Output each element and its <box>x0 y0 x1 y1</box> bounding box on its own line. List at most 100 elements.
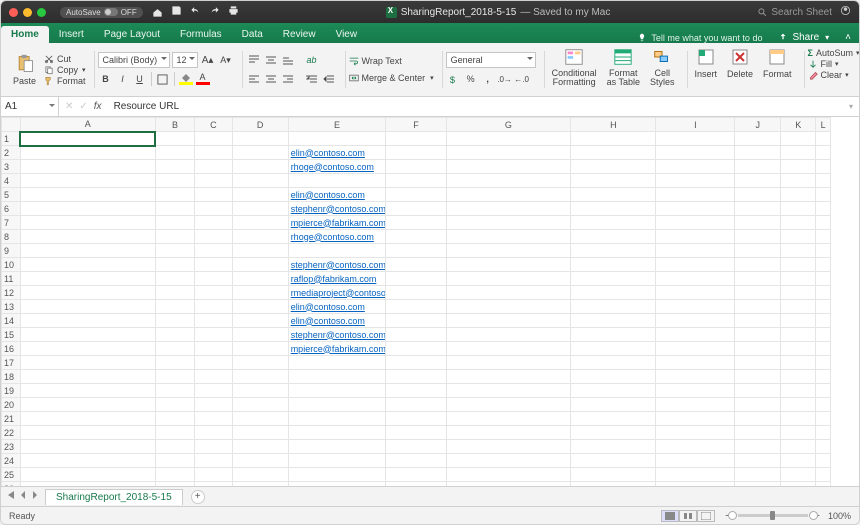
cell[interactable] <box>571 468 656 482</box>
row-header[interactable]: 22 <box>2 426 21 440</box>
cell[interactable] <box>816 286 831 300</box>
cell[interactable] <box>20 412 155 426</box>
cell[interactable] <box>735 398 781 412</box>
cell[interactable]: stephenr@contoso.com <box>288 202 386 216</box>
cell[interactable] <box>781 202 816 216</box>
cell[interactable] <box>155 370 194 384</box>
cell[interactable] <box>735 160 781 174</box>
cell[interactable] <box>446 258 571 272</box>
wrap-text-button[interactable]: Wrap Text <box>349 56 434 66</box>
row-header[interactable]: 20 <box>2 398 21 412</box>
increase-indent-icon[interactable] <box>321 71 337 87</box>
cell[interactable] <box>195 230 232 244</box>
expand-formula-bar-icon[interactable]: ▾ <box>843 102 859 111</box>
cell[interactable] <box>232 202 288 216</box>
cell[interactable] <box>195 300 232 314</box>
cell[interactable] <box>781 286 816 300</box>
cell[interactable] <box>446 370 571 384</box>
cell[interactable] <box>20 160 155 174</box>
cell[interactable] <box>155 132 194 146</box>
page-break-view-icon[interactable] <box>697 510 715 522</box>
cell[interactable] <box>816 342 831 356</box>
cell[interactable] <box>446 412 571 426</box>
cell[interactable] <box>155 272 194 286</box>
cell[interactable] <box>571 174 656 188</box>
cell[interactable] <box>288 356 386 370</box>
cell[interactable] <box>735 370 781 384</box>
cell[interactable] <box>20 286 155 300</box>
cell[interactable] <box>446 272 571 286</box>
cell[interactable] <box>816 328 831 342</box>
cell[interactable] <box>386 440 446 454</box>
cell[interactable] <box>155 160 194 174</box>
cell[interactable] <box>232 314 288 328</box>
cell[interactable] <box>232 188 288 202</box>
cell[interactable] <box>656 188 735 202</box>
cell[interactable] <box>20 314 155 328</box>
row-header[interactable]: 17 <box>2 356 21 370</box>
cell[interactable] <box>232 216 288 230</box>
cell[interactable] <box>155 216 194 230</box>
prev-sheet-icon[interactable] <box>19 491 27 502</box>
cell[interactable] <box>781 412 816 426</box>
cell[interactable] <box>816 258 831 272</box>
insert-cells-button[interactable]: Insert <box>691 45 722 94</box>
cell[interactable] <box>735 146 781 160</box>
row-header[interactable]: 16 <box>2 342 21 356</box>
cell[interactable] <box>781 384 816 398</box>
cell[interactable] <box>232 356 288 370</box>
cell[interactable] <box>288 482 386 487</box>
cell[interactable] <box>232 286 288 300</box>
cell[interactable]: elin@contoso.com <box>288 188 386 202</box>
cell[interactable] <box>656 398 735 412</box>
first-sheet-icon[interactable] <box>7 491 15 502</box>
cell[interactable] <box>232 482 288 487</box>
cell[interactable] <box>232 132 288 146</box>
cell[interactable] <box>386 286 446 300</box>
italic-button[interactable]: I <box>115 71 131 87</box>
cell[interactable] <box>571 440 656 454</box>
cell[interactable] <box>735 258 781 272</box>
cell-styles-button[interactable]: Cell Styles <box>646 45 679 94</box>
cell[interactable] <box>195 384 232 398</box>
column-header[interactable]: J <box>735 118 781 132</box>
cell[interactable] <box>735 188 781 202</box>
zoom-level[interactable]: 100% <box>828 511 851 521</box>
spreadsheet-grid[interactable]: ABCDEFGHIJKL 12elin@contoso.com3rhoge@co… <box>1 117 859 486</box>
cell[interactable] <box>781 370 816 384</box>
font-family-select[interactable]: Calibri (Body) <box>98 52 170 68</box>
cell[interactable] <box>656 300 735 314</box>
account-icon[interactable] <box>840 5 851 19</box>
cell[interactable] <box>232 258 288 272</box>
cell[interactable] <box>446 230 571 244</box>
cell[interactable] <box>781 258 816 272</box>
cell[interactable] <box>232 328 288 342</box>
cell[interactable] <box>20 454 155 468</box>
save-icon[interactable] <box>171 5 182 19</box>
increase-font-icon[interactable]: A▴ <box>200 52 216 68</box>
cell[interactable] <box>816 202 831 216</box>
paste-button[interactable]: Paste <box>9 52 40 88</box>
undo-icon[interactable] <box>190 5 201 19</box>
home-icon[interactable] <box>152 7 163 18</box>
column-header[interactable]: I <box>656 118 735 132</box>
cell[interactable]: stephenr@contoso.com <box>288 328 386 342</box>
cell[interactable] <box>656 202 735 216</box>
row-header[interactable]: 15 <box>2 328 21 342</box>
border-button[interactable] <box>155 71 171 87</box>
cell[interactable] <box>155 468 194 482</box>
cell[interactable] <box>20 230 155 244</box>
cell[interactable] <box>816 300 831 314</box>
cell[interactable] <box>288 244 386 258</box>
cell[interactable] <box>232 342 288 356</box>
cell[interactable] <box>816 216 831 230</box>
cell[interactable] <box>656 370 735 384</box>
column-header[interactable]: D <box>232 118 288 132</box>
cell[interactable] <box>781 482 816 487</box>
row-header[interactable]: 9 <box>2 244 21 258</box>
cell[interactable] <box>232 370 288 384</box>
cell[interactable] <box>816 272 831 286</box>
cell[interactable] <box>386 356 446 370</box>
cell[interactable] <box>288 412 386 426</box>
cell[interactable] <box>288 440 386 454</box>
